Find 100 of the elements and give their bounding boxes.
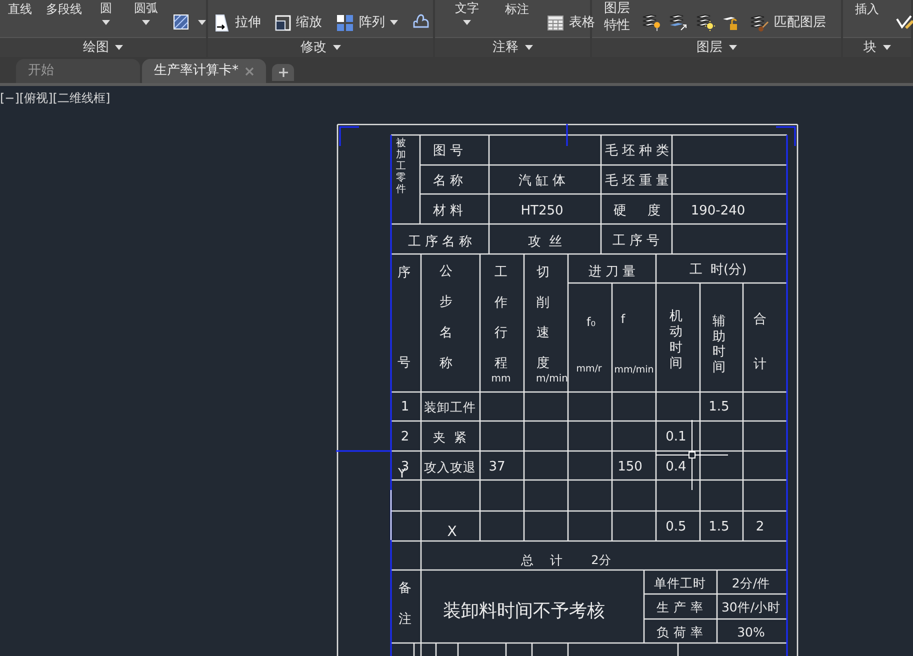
symbol-label: f	[620, 312, 626, 326]
grid-array-icon	[336, 14, 354, 32]
summary-label: 单件工时	[654, 576, 706, 590]
plus-icon	[278, 68, 288, 77]
table-cell: 0.1	[666, 430, 686, 444]
part-label: 被加工零件	[396, 138, 406, 194]
field-label: 毛 坯 重 量	[604, 174, 670, 188]
remark-text: 装卸料时间不予考核	[443, 600, 605, 622]
table-cell: 0.4	[666, 460, 686, 474]
stretch-icon	[214, 14, 230, 32]
column-header: 切削速度	[536, 264, 550, 370]
ribbon-tool-button[interactable]: 文字	[447, 0, 487, 25]
caret-icon	[198, 20, 206, 24]
table-cell: 攻入攻退	[424, 460, 476, 474]
ribbon-tool-button[interactable]	[668, 13, 688, 31]
caret-icon	[390, 20, 398, 26]
ribbon-tool-button[interactable]: 图层 特性	[600, 0, 634, 34]
panel-label-button[interactable]: 修改	[300, 38, 340, 58]
ribbon-tool-button[interactable]: 缩放	[275, 13, 322, 32]
ribbon-tool-button[interactable]: 插入	[851, 1, 883, 17]
layer-bulb-icon	[641, 13, 661, 31]
total-label: 总 计	[521, 552, 563, 568]
table-cell: 0.5	[666, 520, 686, 534]
caret-icon	[728, 45, 736, 50]
column-header: 工 时(分)	[689, 262, 747, 278]
column-header: 工作行程	[494, 264, 508, 370]
panel-label-button[interactable]: 绘图	[83, 38, 123, 58]
summary-label: 负 荷 率	[656, 624, 704, 640]
field-label: 工 序 名 称	[408, 234, 472, 250]
column-header: 辅助时间	[712, 314, 726, 374]
revision-cloud-icon	[412, 13, 430, 29]
table-cell: 夹 紧	[433, 430, 467, 444]
column-header: 合计	[754, 312, 766, 372]
ucs-axis-label: X	[447, 524, 457, 540]
ribbon-tool-button[interactable]	[172, 13, 206, 31]
caret-icon	[102, 20, 110, 25]
caret-icon	[524, 45, 532, 50]
field-label: 名 称	[432, 174, 464, 188]
layer-brush-icon	[749, 14, 769, 32]
panel-label-button[interactable]: 图层	[696, 38, 736, 58]
summary-value: 30件/小时	[721, 600, 781, 614]
crosshair-cursor-icon	[656, 420, 728, 490]
unit-label: m/min	[536, 374, 568, 384]
ribbon-tool-button[interactable]: 圆弧	[126, 0, 166, 25]
column-header: 公步名称	[440, 264, 452, 371]
ribbon-tool-button[interactable]: 拉伸	[214, 13, 261, 32]
column-header: 机动时间	[670, 308, 682, 371]
remarks-label: 备注	[398, 580, 412, 626]
caret-icon	[115, 45, 123, 50]
table-cell: 37	[488, 460, 506, 474]
table-cell: 装卸工件	[424, 400, 476, 414]
unit-label: mm/min	[614, 364, 654, 376]
table-cell: 2	[400, 430, 410, 444]
document-tab[interactable]: 生产率计算卡*	[142, 59, 266, 83]
ribbon-tool-button[interactable]: 表格	[547, 13, 595, 32]
unit-label: mm/r	[576, 364, 602, 374]
summary-value: 30%	[737, 624, 765, 640]
tab-label: 生产率计算卡*	[154, 62, 238, 80]
table-cell: 1.5	[708, 400, 730, 414]
ribbon-tool-button[interactable]: 标注	[501, 1, 533, 17]
table-cell: 1	[400, 400, 410, 414]
summary-label: 生 产 率	[656, 600, 704, 614]
viewport-control[interactable]: [俯视]	[19, 89, 53, 107]
column-header: 号	[398, 356, 410, 370]
ribbon-tool-button[interactable]	[895, 13, 913, 31]
viewport-control[interactable]: [二维线框]	[52, 89, 110, 107]
column-header: 序	[398, 266, 410, 280]
field-value: 190-240	[690, 204, 746, 218]
ribbon-tool-button[interactable]: 阵列	[336, 13, 398, 32]
total-value: 2分	[591, 553, 611, 567]
summary-value: 2分/件	[732, 576, 770, 590]
ribbon-tool-button[interactable]	[641, 13, 661, 31]
caret-icon	[332, 45, 340, 50]
field-label: 毛 坯 种 类	[604, 144, 670, 158]
field-label: 材 料	[432, 204, 464, 218]
ribbon-tool-button[interactable]: 匹配图层	[749, 13, 826, 32]
field-label: 图 号	[432, 144, 464, 158]
layer-sun-icon	[695, 13, 715, 31]
viewport-control[interactable]: [−]	[0, 89, 20, 107]
layer-arrow-icon	[668, 13, 688, 31]
table-icon	[547, 14, 564, 31]
scale-icon	[275, 14, 291, 31]
ribbon-tool-button[interactable]: 直线	[4, 1, 36, 17]
ribbon-tool-button[interactable]: 多段线	[42, 1, 86, 17]
field-value: 攻 丝	[528, 234, 562, 250]
symbol-label: f₀	[586, 315, 596, 329]
field-value: 汽 缸 体	[518, 174, 566, 188]
new-tab-button[interactable]	[272, 64, 294, 81]
field-label: 硬 度	[614, 204, 660, 218]
caret-icon	[882, 45, 890, 50]
ribbon-tool-button[interactable]: 圆	[92, 0, 120, 25]
caret-icon	[142, 20, 150, 25]
unit-label: mm	[491, 374, 511, 384]
ribbon-tool-button[interactable]	[695, 13, 715, 31]
tab-label: 开始	[28, 62, 54, 80]
caret-icon	[463, 20, 471, 25]
field-label: 工 序 号	[612, 234, 660, 248]
column-header: 进 刀 量	[588, 264, 636, 280]
table-cell: 150	[618, 460, 642, 474]
field-value: HT250	[520, 204, 564, 218]
